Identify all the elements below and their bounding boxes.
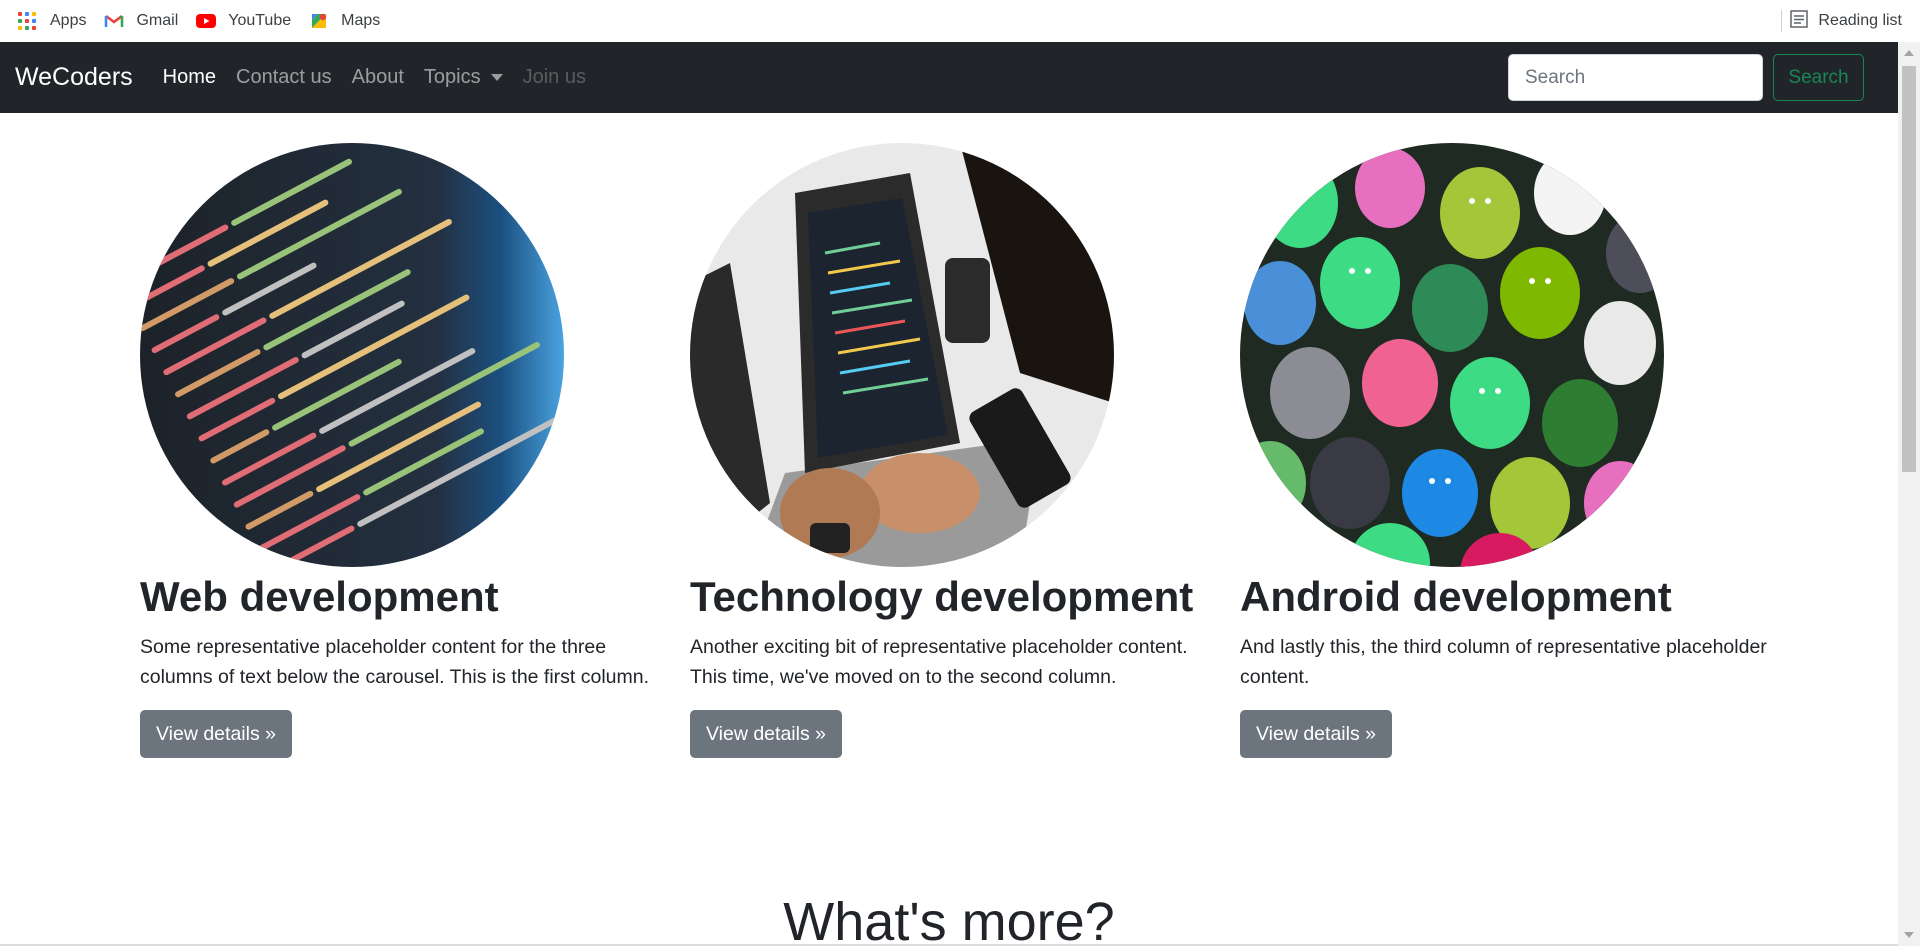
scrollbar-thumb[interactable]	[1902, 66, 1916, 472]
bookmarks-divider	[1781, 10, 1782, 32]
column-title: Technology development	[690, 573, 1194, 620]
column-title: Web development	[140, 573, 499, 620]
nav-topics-dropdown[interactable]: Topics	[424, 66, 503, 89]
scroll-up-arrow-icon[interactable]	[1904, 50, 1914, 56]
view-details-button[interactable]: View details »	[1240, 709, 1392, 758]
laptop-typing-image	[690, 143, 1114, 567]
bookmark-gmail[interactable]: Gmail	[104, 0, 178, 42]
nav-topics-label: Topics	[423, 66, 481, 88]
android-figures-image	[1240, 143, 1664, 567]
column-text: Some representative placeholder content …	[140, 635, 650, 688]
column-text: Another exciting bit of representative p…	[690, 635, 1188, 688]
view-details-button[interactable]: View details »	[690, 709, 842, 758]
bookmark-label: Apps	[50, 12, 87, 29]
reading-list-label: Reading list	[1818, 12, 1902, 29]
bookmark-label: YouTube	[228, 12, 292, 29]
nav-contact-us[interactable]: Contact us	[236, 66, 332, 89]
gmail-icon	[104, 11, 124, 31]
brand-logo[interactable]: WeCoders	[15, 63, 133, 92]
column-text: And lastly this, the third column of rep…	[1240, 635, 1767, 688]
reading-list-button[interactable]: Reading list	[1790, 0, 1902, 42]
view-details-button[interactable]: View details »	[140, 709, 292, 758]
youtube-icon	[196, 11, 217, 31]
bookmarks-bar: Apps Gmail YouTube Maps Reading list	[0, 0, 1920, 42]
feature-column-technology: Technology development Another exciting …	[690, 143, 1220, 758]
bookmark-label: Maps	[341, 12, 381, 29]
scroll-down-arrow-icon[interactable]	[1904, 932, 1914, 938]
nav-home[interactable]: Home	[163, 66, 216, 89]
caret-down-icon	[490, 74, 503, 81]
page-scrollbar[interactable]	[1898, 42, 1920, 946]
search-input[interactable]	[1508, 54, 1763, 101]
column-title: Android development	[1240, 573, 1672, 620]
feature-column-android: Android development And lastly this, the…	[1240, 143, 1770, 758]
bookmark-apps[interactable]: Apps	[18, 0, 86, 42]
maps-icon	[309, 11, 329, 31]
section-heading: What's more?	[783, 892, 1115, 946]
search-button[interactable]: Search	[1773, 54, 1864, 101]
navbar: WeCoders Home Contact us About Topics Jo…	[0, 42, 1898, 113]
bookmark-label: Gmail	[136, 12, 179, 29]
nav-join-us: Join us	[522, 66, 586, 88]
bookmark-youtube[interactable]: YouTube	[196, 0, 291, 42]
feature-column-web: Web development Some representative plac…	[140, 143, 670, 758]
nav-about[interactable]: About	[352, 66, 404, 89]
bookmark-maps[interactable]: Maps	[309, 0, 380, 42]
apps-grid-icon	[18, 12, 36, 30]
reading-list-icon	[1790, 9, 1809, 33]
code-screen-image	[140, 143, 564, 567]
